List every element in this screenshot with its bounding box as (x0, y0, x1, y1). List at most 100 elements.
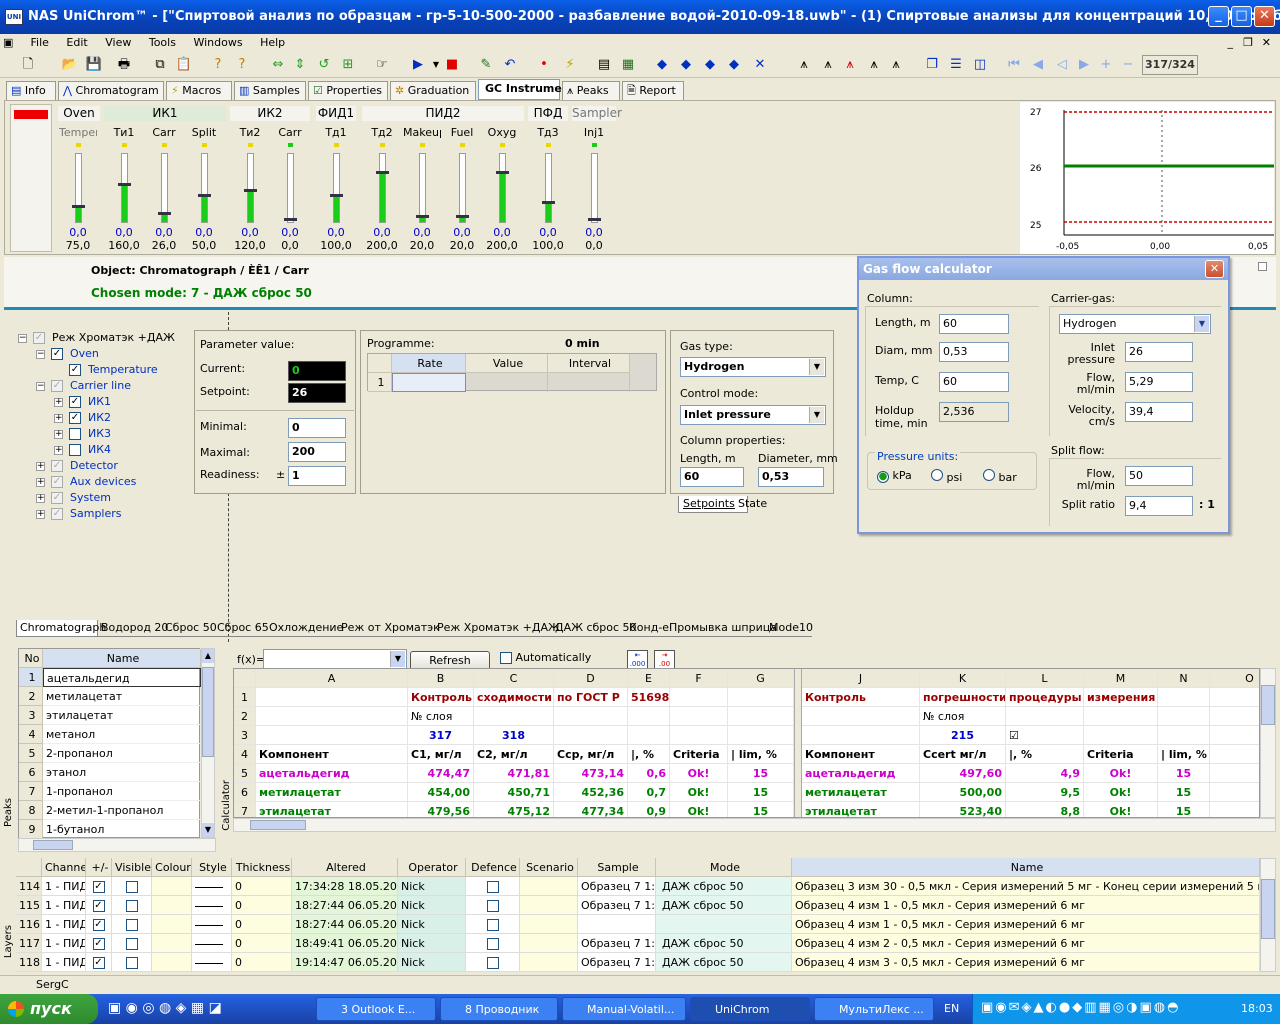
next-icon[interactable]: ▶ (1074, 55, 1094, 75)
layer-scenario[interactable] (520, 953, 578, 972)
tree-item[interactable]: − ✓ Реж Хроматэк +ДАЖ (18, 330, 175, 346)
sheet-cell[interactable]: этилацетат (802, 802, 920, 817)
layer-row-number[interactable]: 115 (16, 896, 42, 915)
layer-defence-cell[interactable] (466, 877, 520, 896)
layer-thickness[interactable]: 0 (232, 915, 292, 934)
hand-icon[interactable]: ☞ (372, 55, 392, 75)
channel-gauge[interactable] (72, 153, 85, 223)
collapse-icon[interactable]: − (18, 333, 27, 343)
peak-name[interactable]: 1-пропанол (43, 782, 201, 801)
layer-channel[interactable]: 1 - ПИД (42, 934, 86, 953)
layer-visible-cell[interactable] (112, 896, 152, 915)
fit-height-icon[interactable]: ⇕ (290, 55, 310, 75)
app-icon[interactable]: UNI (5, 9, 23, 25)
sheet-row-header[interactable]: 6 (234, 783, 256, 802)
sheet-cell[interactable] (802, 707, 920, 726)
menu-help[interactable]: Help (253, 34, 292, 52)
sheet-cell[interactable] (1210, 783, 1259, 802)
sheet-cell[interactable]: |, % (1006, 745, 1084, 764)
undo-zoom-icon[interactable]: ↺ (314, 55, 334, 75)
zoom-all-icon[interactable]: ⊞ (338, 55, 358, 75)
layer-row-number[interactable]: 114 (16, 877, 42, 896)
layer-channel[interactable]: 1 - ПИД (42, 915, 86, 934)
tree-item[interactable]: + ✓ Detector (36, 458, 118, 474)
channel-gauge[interactable] (158, 153, 171, 223)
tab-chromatogram[interactable]: ⋀ Chromatogram (58, 81, 164, 100)
sheet-cell[interactable]: 450,71 (474, 783, 554, 802)
tree-item[interactable]: + ИК3 (54, 426, 111, 442)
layer-visible-cell[interactable] (112, 953, 152, 972)
layer-mode[interactable]: ДАЖ сброс 50 (656, 877, 792, 896)
prev-icon[interactable]: ◀ (1028, 55, 1048, 75)
layer-pm-cell[interactable]: ✓ (86, 915, 112, 934)
layer-scenario[interactable] (520, 896, 578, 915)
layer-mode[interactable]: ДАЖ сброс 50 (656, 953, 792, 972)
calibrate-icon[interactable]: ⚡ (560, 55, 580, 75)
layer-visible-checkbox[interactable] (125, 881, 138, 893)
peaks-col-no[interactable]: No (19, 649, 43, 668)
layer-pm-cell[interactable]: ✓ (86, 934, 112, 953)
peaks-hscrollbar[interactable] (18, 838, 216, 852)
doc-icon[interactable]: ▣ (0, 34, 20, 52)
layer-name[interactable]: Образец 4 изм 2 - 0,5 мкл - Серия измере… (792, 934, 1260, 953)
radio-psi[interactable]: psi (931, 469, 962, 484)
increase-decimals-icon[interactable]: ⇥ .00 (654, 650, 675, 669)
sheet-cell[interactable]: Ok! (1084, 764, 1158, 783)
sheet-cell[interactable] (628, 707, 670, 726)
sheet-cell[interactable] (802, 726, 920, 745)
sheet-cell[interactable]: Компонент (802, 745, 920, 764)
mdi-close-button[interactable]: ✕ (1255, 34, 1278, 52)
marker-icon[interactable]: • (534, 55, 554, 75)
layer-visible-checkbox[interactable] (125, 919, 138, 931)
run-icon[interactable]: ▶ (408, 55, 428, 75)
sheet-cell[interactable]: метилацетат (256, 783, 408, 802)
sheet-cell[interactable] (1158, 688, 1210, 707)
menu-windows[interactable]: Windows (186, 34, 249, 52)
peaks-scrollbar[interactable]: ▲ ▼ (201, 648, 215, 838)
collapse-icon[interactable]: − (36, 381, 45, 391)
sheet-cell[interactable] (728, 707, 794, 726)
layer-pm-cell[interactable]: ✓ (86, 896, 112, 915)
sheet-cell[interactable]: 475,12 (474, 802, 554, 817)
sheet-col-header[interactable]: C (474, 669, 554, 688)
layer-row-number[interactable]: 116 (16, 915, 42, 934)
tree-item[interactable]: − ✓ Oven (36, 346, 99, 362)
sheet-cell[interactable] (1158, 707, 1210, 726)
sheet-cell[interactable]: 317 (408, 726, 474, 745)
task-multilex[interactable]: МультиЛекс ... (814, 997, 934, 1021)
col-interval[interactable]: Interval (548, 354, 630, 373)
tree-checkbox[interactable]: ✓ (51, 460, 63, 472)
layer-pm-checkbox[interactable]: ✓ (92, 919, 105, 931)
calculator-title-bar[interactable]: Gas flow calculator (859, 258, 1228, 280)
task-manual[interactable]: Manual-Volatil... (562, 997, 686, 1021)
layer-pm-cell[interactable]: ✓ (86, 953, 112, 972)
sheet-cell[interactable]: погрешности (920, 688, 1006, 707)
length-input[interactable]: 60 (680, 467, 744, 487)
tree-item[interactable]: + ✓ Aux devices (36, 474, 136, 490)
sheet-cell[interactable]: 318 (474, 726, 554, 745)
window-horizontal-icon[interactable]: ☰ (946, 55, 966, 75)
sheet-cell[interactable]: метилацетат (802, 783, 920, 802)
col-value[interactable]: Value (466, 354, 548, 373)
peak-name[interactable]: этанол (43, 763, 201, 782)
sheet-cell[interactable]: 474,47 (408, 764, 474, 783)
layer-style[interactable] (192, 915, 232, 934)
move-down-icon[interactable]: ◆ (724, 55, 744, 75)
channel-gauge[interactable] (588, 153, 601, 223)
scroll-down-icon[interactable]: ▼ (202, 823, 214, 837)
sheet-cell[interactable]: 523,40 (920, 802, 1006, 817)
close-button[interactable]: ✕ (1254, 6, 1275, 27)
menu-edit[interactable]: Edit (59, 34, 94, 52)
tree-checkbox[interactable]: ✓ (33, 332, 45, 344)
sheet-cell[interactable]: Ok! (1084, 783, 1158, 802)
mode-tab[interactable]: Охлождение (266, 620, 343, 637)
sheet-cell[interactable]: | lim, % (728, 745, 794, 764)
readiness-input[interactable]: 1 (288, 466, 346, 486)
sheet-cell[interactable]: 479,56 (408, 802, 474, 817)
layer-sample[interactable]: Образец 7 1:4 (578, 896, 656, 915)
layer-channel[interactable]: 1 - ПИД (42, 896, 86, 915)
layer-thickness[interactable]: 0 (232, 953, 292, 972)
channel-gauge[interactable] (376, 153, 389, 223)
peak-name[interactable]: 1-бутанол (43, 820, 201, 839)
prev-step-icon[interactable]: ◁ (1052, 55, 1072, 75)
